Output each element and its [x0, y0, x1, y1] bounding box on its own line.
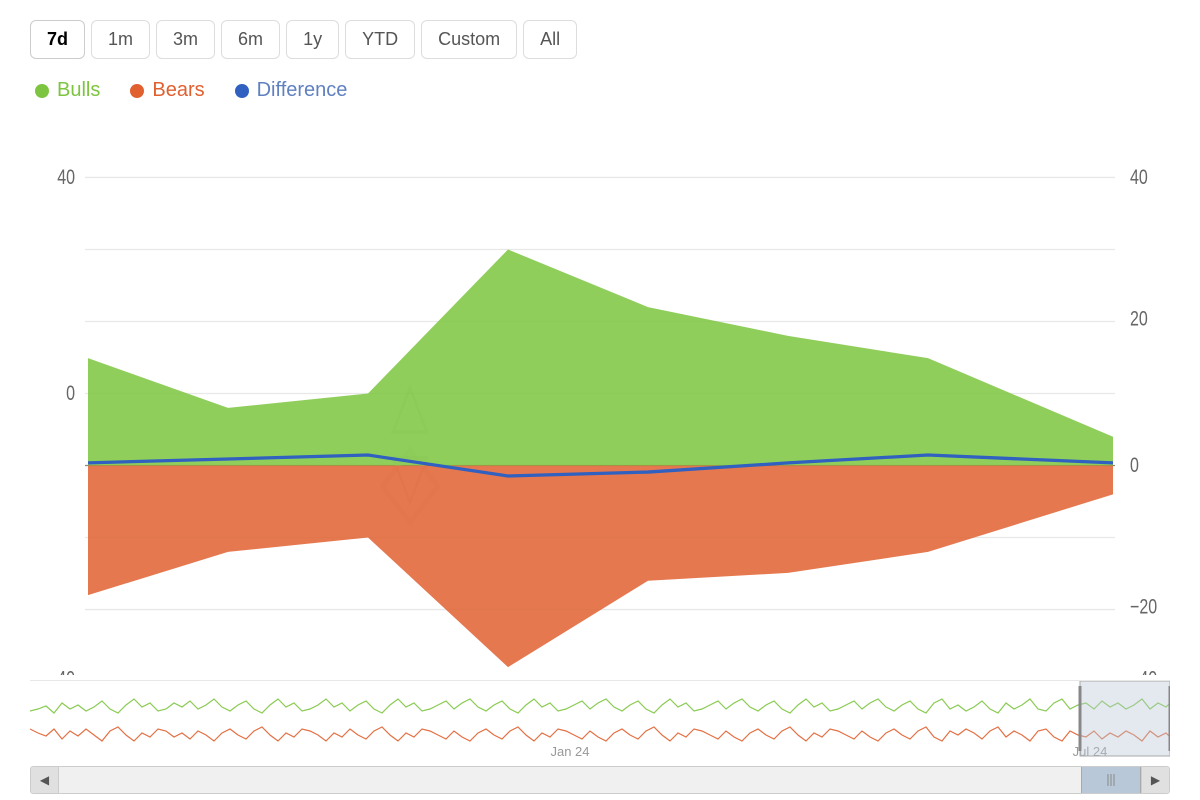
- legend-item-bulls: Bulls: [35, 79, 100, 102]
- time-btn-7d[interactable]: 7d: [30, 20, 85, 59]
- legend-item-bears: Bears: [130, 79, 204, 102]
- main-chart: 40 0 −40 40 20 0 −20 −40 ⬦ △ ▽: [30, 112, 1170, 675]
- scrollbar: ◀ ▶: [30, 766, 1170, 794]
- svg-text:0: 0: [66, 381, 75, 405]
- svg-text:−20: −20: [1130, 594, 1157, 618]
- time-btn-1y[interactable]: 1y: [286, 20, 339, 59]
- legend-dot-difference: [235, 84, 249, 98]
- time-range-bar: 7d1m3m6m1yYTDCustomAll: [30, 20, 1170, 59]
- chart-svg: 40 0 −40 40 20 0 −20 −40 ⬦ △ ▽: [30, 112, 1170, 675]
- scroll-thumb[interactable]: [1081, 766, 1141, 794]
- legend-dot-bulls: [35, 84, 49, 98]
- scroll-left-button[interactable]: ◀: [31, 766, 59, 794]
- scroll-right-button[interactable]: ▶: [1141, 766, 1169, 794]
- scroll-track[interactable]: [59, 766, 1141, 794]
- navigator: Jan 24 Jul 24 ◀ ▶: [30, 680, 1170, 790]
- svg-text:Jan 24: Jan 24: [550, 744, 589, 759]
- svg-text:−40: −40: [48, 666, 75, 675]
- legend-label-difference: Difference: [257, 79, 348, 102]
- svg-text:−40: −40: [1130, 666, 1157, 675]
- time-btn-ytd[interactable]: YTD: [345, 20, 415, 59]
- legend-dot-bears: [130, 84, 144, 98]
- svg-text:0: 0: [1130, 453, 1139, 477]
- main-container: 7d1m3m6m1yYTDCustomAll Bulls Bears Differe…: [0, 0, 1200, 800]
- navigator-svg: Jan 24 Jul 24: [30, 681, 1170, 761]
- time-btn-all[interactable]: All: [523, 20, 577, 59]
- svg-text:40: 40: [57, 165, 75, 189]
- time-btn-6m[interactable]: 6m: [221, 20, 280, 59]
- time-btn-1m[interactable]: 1m: [91, 20, 150, 59]
- chart-area: 40 0 −40 40 20 0 −20 −40 ⬦ △ ▽: [30, 112, 1170, 790]
- time-btn-3m[interactable]: 3m: [156, 20, 215, 59]
- svg-text:20: 20: [1130, 306, 1148, 330]
- legend-label-bulls: Bulls: [57, 79, 100, 102]
- svg-text:40: 40: [1130, 165, 1148, 189]
- legend: Bulls Bears Difference: [30, 79, 1170, 102]
- time-btn-custom[interactable]: Custom: [421, 20, 517, 59]
- legend-label-bears: Bears: [152, 79, 204, 102]
- legend-item-difference: Difference: [235, 79, 348, 102]
